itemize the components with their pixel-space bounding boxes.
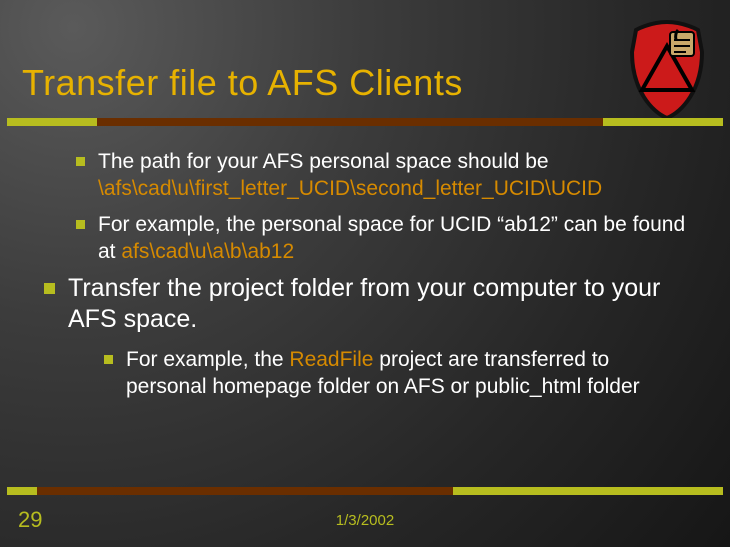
bullet-text: The path for your AFS personal space sho… (98, 150, 549, 173)
divider-bottom (7, 487, 723, 495)
slide-date: 1/3/2002 (0, 512, 730, 529)
content-area: The path for your AFS personal space sho… (40, 148, 690, 410)
bullet-text: Transfer the project folder from your co… (68, 274, 660, 333)
afs-path-example: afs\cad\u\a\b\ab12 (121, 240, 294, 263)
bullet-text: For example, the (126, 348, 289, 371)
list-item: For example, the personal space for UCID… (74, 211, 690, 266)
project-name: ReadFile (289, 348, 373, 371)
sub-bullets-upper: The path for your AFS personal space sho… (74, 148, 690, 265)
sub-bullets-lower: For example, the ReadFile project are tr… (102, 346, 690, 401)
divider-top (7, 118, 723, 126)
shield-icon (626, 18, 708, 120)
list-item: For example, the ReadFile project are tr… (102, 346, 690, 401)
main-bullets: Transfer the project folder from your co… (40, 273, 690, 400)
slide: Transfer file to AFS Clients The path fo… (0, 0, 730, 547)
slide-title: Transfer file to AFS Clients (22, 62, 463, 104)
afs-path: \afs\cad\u\first_letter_UCID\second_lett… (98, 177, 602, 200)
list-item: Transfer the project folder from your co… (40, 273, 690, 400)
list-item: The path for your AFS personal space sho… (74, 148, 690, 203)
